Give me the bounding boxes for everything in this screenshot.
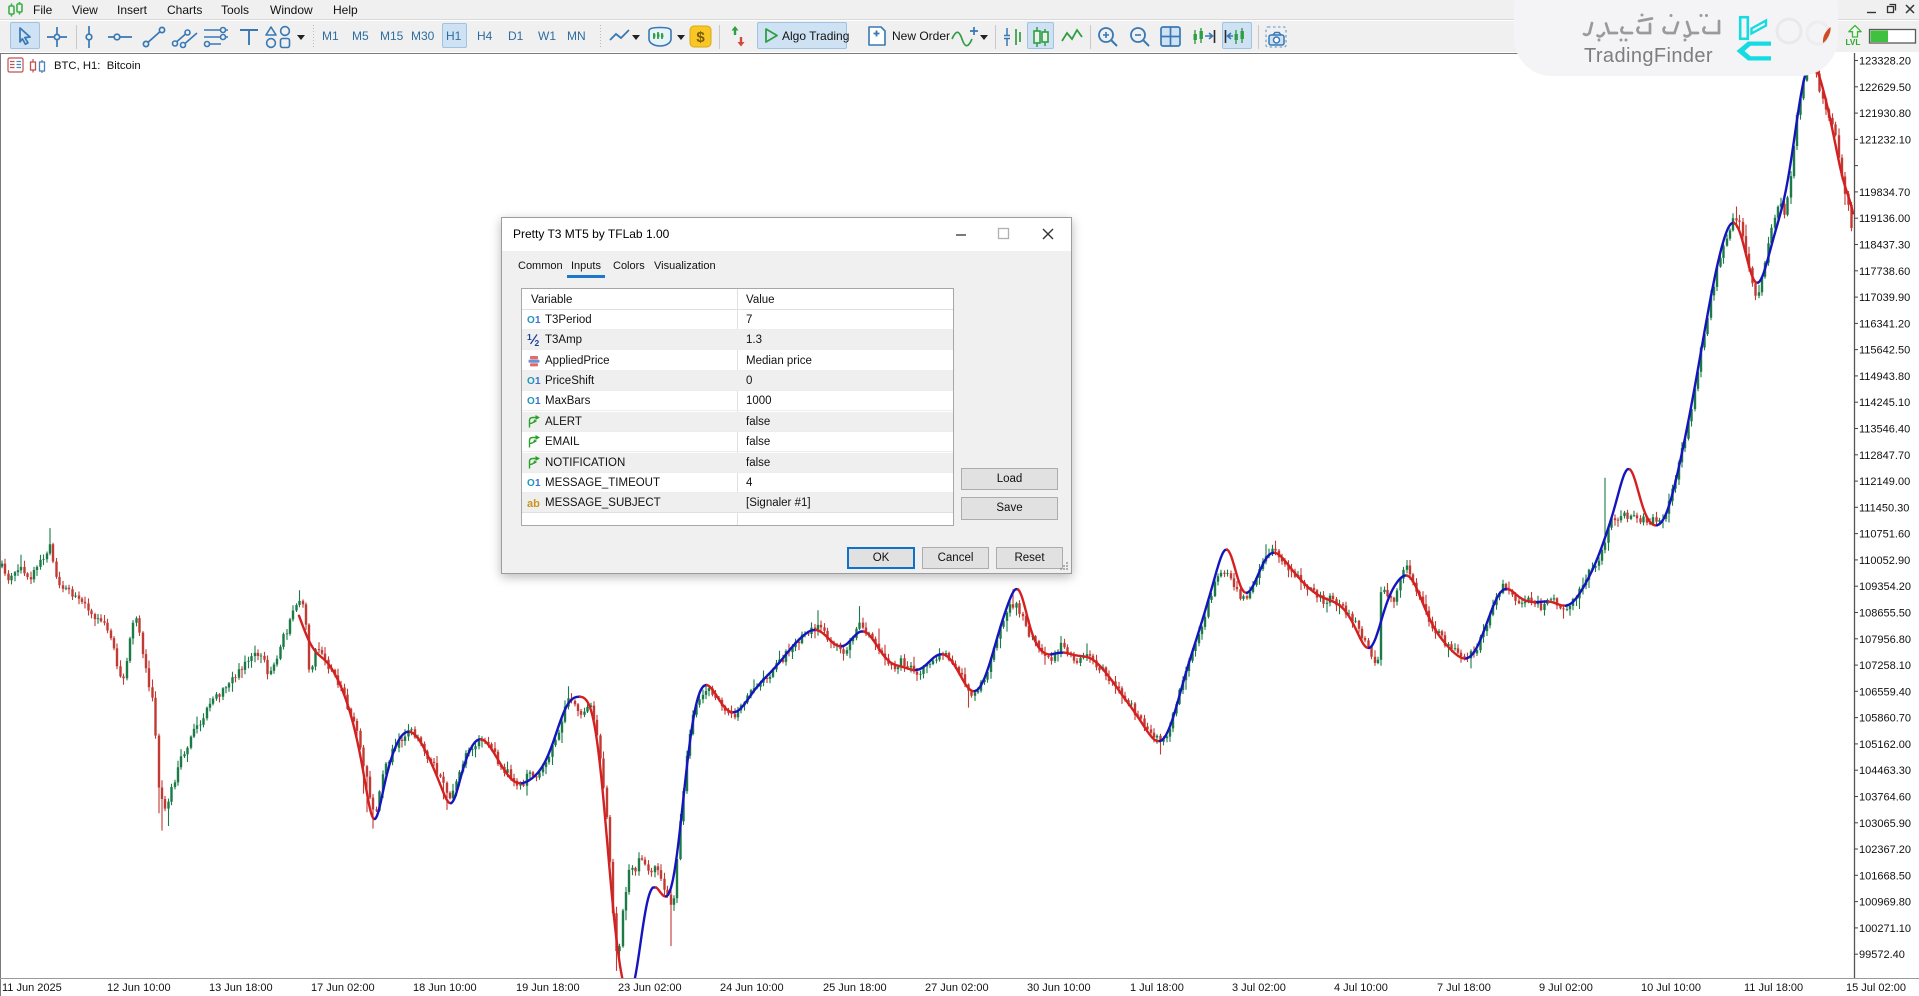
svg-text:LVL: LVL <box>1846 38 1861 47</box>
svg-text:121232.10: 121232.10 <box>1859 134 1911 146</box>
svg-text:1: 1 <box>535 315 541 326</box>
svg-text:13 Jun 18:00: 13 Jun 18:00 <box>209 982 273 994</box>
svg-text:119834.70: 119834.70 <box>1859 187 1910 199</box>
svg-text:110052.90: 110052.90 <box>1859 555 1910 567</box>
svg-text:109354.20: 109354.20 <box>1859 581 1911 593</box>
svg-text:107258.10: 107258.10 <box>1859 660 1911 672</box>
svg-text:123328.20: 123328.20 <box>1859 56 1911 68</box>
svg-text:4 Jul 10:00: 4 Jul 10:00 <box>1334 982 1388 994</box>
svg-text:115642.50: 115642.50 <box>1859 345 1910 357</box>
svg-text:19 Jun 18:00: 19 Jun 18:00 <box>516 982 580 994</box>
svg-text:ab: ab <box>527 498 540 510</box>
svg-text:100969.80: 100969.80 <box>1859 897 1911 909</box>
svg-text:1: 1 <box>535 396 541 407</box>
svg-text:122629.50: 122629.50 <box>1859 82 1911 94</box>
svg-text:114245.10: 114245.10 <box>1859 397 1910 409</box>
svg-text:TradingFinder: TradingFinder <box>1584 45 1713 67</box>
svg-text:2: 2 <box>535 338 540 347</box>
svg-text:O: O <box>527 315 535 326</box>
svg-text:O: O <box>527 376 535 387</box>
svg-text:103764.60: 103764.60 <box>1859 792 1911 804</box>
svg-text:119136.00: 119136.00 <box>1859 213 1910 225</box>
svg-text:11 Jun 2025: 11 Jun 2025 <box>2 982 62 994</box>
svg-text:17 Jun 02:00: 17 Jun 02:00 <box>311 982 375 994</box>
svg-text:1: 1 <box>535 478 541 489</box>
svg-text:103065.90: 103065.90 <box>1859 818 1911 830</box>
svg-text:3 Jul 02:00: 3 Jul 02:00 <box>1232 982 1286 994</box>
svg-text:23 Jun 02:00: 23 Jun 02:00 <box>618 982 682 994</box>
svg-text:25 Jun 18:00: 25 Jun 18:00 <box>823 982 887 994</box>
svg-text:105860.70: 105860.70 <box>1859 713 1911 725</box>
svg-text:10 Jul 10:00: 10 Jul 10:00 <box>1641 982 1701 994</box>
svg-text:117738.60: 117738.60 <box>1859 266 1910 278</box>
svg-text:O: O <box>527 396 535 407</box>
svg-text:110751.60: 110751.60 <box>1859 529 1910 541</box>
svg-text:121930.80: 121930.80 <box>1859 108 1911 120</box>
svg-text:24 Jun 10:00: 24 Jun 10:00 <box>720 982 784 994</box>
svg-text:30 Jun 10:00: 30 Jun 10:00 <box>1027 982 1091 994</box>
svg-text:7 Jul 18:00: 7 Jul 18:00 <box>1437 982 1491 994</box>
svg-text:12 Jun 10:00: 12 Jun 10:00 <box>107 982 171 994</box>
svg-text:1: 1 <box>535 376 541 387</box>
svg-text:114943.80: 114943.80 <box>1859 371 1910 383</box>
svg-text:104463.30: 104463.30 <box>1859 765 1911 777</box>
svg-text:99572.40: 99572.40 <box>1859 949 1905 961</box>
svg-text:116341.20: 116341.20 <box>1859 318 1910 330</box>
svg-text:106559.40: 106559.40 <box>1859 686 1911 698</box>
svg-text:107956.80: 107956.80 <box>1859 634 1911 646</box>
svg-text:1 Jul 18:00: 1 Jul 18:00 <box>1130 982 1184 994</box>
svg-text:101668.50: 101668.50 <box>1859 870 1911 882</box>
svg-text:11 Jul 18:00: 11 Jul 18:00 <box>1744 982 1803 994</box>
svg-text:18 Jun 10:00: 18 Jun 10:00 <box>413 982 477 994</box>
svg-text:9 Jul 02:00: 9 Jul 02:00 <box>1539 982 1593 994</box>
svg-text:112149.00: 112149.00 <box>1859 476 1910 488</box>
svg-text:O: O <box>527 478 535 489</box>
svg-text:100271.10: 100271.10 <box>1859 923 1911 935</box>
svg-text:118437.30: 118437.30 <box>1859 240 1910 252</box>
svg-text:108655.50: 108655.50 <box>1859 608 1911 620</box>
svg-text:111450.30: 111450.30 <box>1859 502 1909 514</box>
svg-text:15 Jul 02:00: 15 Jul 02:00 <box>1846 982 1906 994</box>
svg-text:117039.90: 117039.90 <box>1859 292 1910 304</box>
svg-text:27 Jun 02:00: 27 Jun 02:00 <box>925 982 989 994</box>
svg-text:112847.70: 112847.70 <box>1859 450 1910 462</box>
svg-text:102367.20: 102367.20 <box>1859 844 1911 856</box>
svg-text:1: 1 <box>527 332 532 342</box>
svg-text:BTC, H1: Bitcoin: BTC, H1: Bitcoin <box>54 60 141 72</box>
svg-text:105162.00: 105162.00 <box>1859 739 1911 751</box>
svg-text:113546.40: 113546.40 <box>1859 424 1910 436</box>
